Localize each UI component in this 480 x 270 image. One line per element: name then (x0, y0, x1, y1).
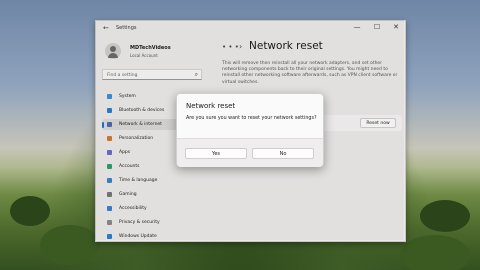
wallpaper-tree (400, 235, 470, 270)
no-button[interactable]: No (252, 148, 314, 159)
wallpaper-tree (10, 196, 50, 226)
wallpaper-tree (40, 225, 100, 265)
dialog-title: Network reset (186, 102, 236, 110)
wallpaper-tree (420, 200, 470, 232)
yes-button[interactable]: Yes (185, 148, 247, 159)
network-reset-dialog: Network reset Are you sure you want to r… (176, 93, 324, 167)
dialog-message: Are you sure you want to reset your netw… (186, 116, 317, 121)
dialog-footer: Yes No (177, 138, 323, 167)
